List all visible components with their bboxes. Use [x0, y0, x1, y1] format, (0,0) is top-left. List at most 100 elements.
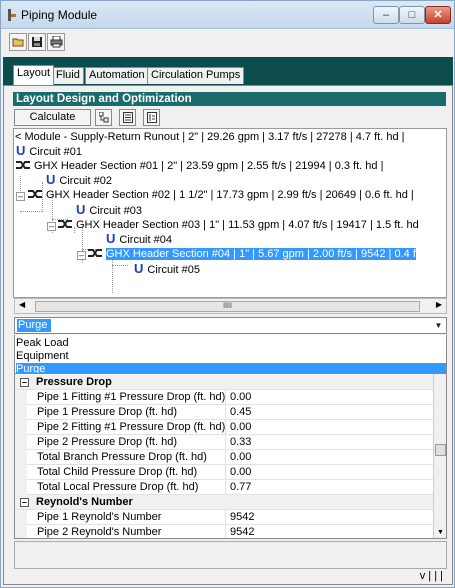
category-dropdown-list[interactable]: Peak Load Equipment Purge: [14, 335, 447, 377]
tree-row-ghx-02[interactable]: GHX Header Section #02 | 1 1/2" | 17.73 …: [28, 188, 414, 202]
property-value[interactable]: 0.00: [225, 420, 434, 435]
tree-tool-button-2[interactable]: [119, 109, 136, 126]
row-margin: [15, 465, 27, 480]
collapse-icon[interactable]: –: [20, 378, 29, 387]
tree-expander[interactable]: –: [77, 251, 86, 260]
tree-row-circuit-02[interactable]: U Circuit #02: [46, 172, 112, 188]
header-manifold-icon: [16, 161, 30, 169]
tree-row-label: < Module - Supply-Return Runout | 2" | 2…: [15, 131, 405, 143]
print-button[interactable]: [47, 33, 65, 51]
category-label: Reynold's Number: [36, 496, 133, 508]
tree-line: [112, 257, 113, 293]
header-manifold-icon: [28, 190, 42, 198]
property-value[interactable]: 9542: [225, 525, 434, 538]
save-icon: [32, 37, 42, 47]
list-item-peak-load[interactable]: Peak Load: [16, 337, 446, 350]
print-icon: [50, 36, 63, 48]
maximize-button[interactable]: □: [399, 6, 425, 24]
list-item-equipment[interactable]: Equipment: [16, 350, 446, 363]
piping-module-window: Piping Module – □ ✕ Layout Fluid Automat…: [0, 0, 455, 588]
header-manifold-icon: [88, 249, 102, 257]
selected-category: Purge: [17, 319, 51, 332]
property-row[interactable]: Pipe 2 Fitting #1 Pressure Drop (ft. hd)…: [15, 420, 434, 435]
tree-row-label: Circuit #05: [147, 264, 200, 276]
property-row[interactable]: Pipe 1 Pressure Drop (ft. hd) 0.45: [15, 405, 434, 420]
row-margin: [15, 450, 27, 465]
chevron-down-icon[interactable]: ▼: [432, 319, 445, 332]
property-value[interactable]: 0.77: [225, 480, 434, 495]
category-row-reynolds-number[interactable]: – Reynold's Number: [15, 495, 434, 510]
property-row[interactable]: Pipe 1 Fitting #1 Pressure Drop (ft. hd)…: [15, 390, 434, 405]
u-bend-icon: U: [134, 261, 144, 276]
property-value[interactable]: 0.00: [225, 465, 434, 480]
save-button[interactable]: [28, 33, 46, 51]
property-row[interactable]: Pipe 2 Reynold's Number 9542: [15, 525, 434, 538]
tree-row-circuit-05[interactable]: U Circuit #05: [134, 261, 200, 277]
close-button[interactable]: ✕: [425, 6, 451, 24]
tree-horizontal-scrollbar[interactable]: ◀ ‖‖‖ ▶: [14, 298, 447, 314]
u-bend-icon: U: [16, 143, 26, 158]
scroll-thumb[interactable]: [435, 444, 446, 456]
property-name: Pipe 1 Fitting #1 Pressure Drop (ft. hd): [37, 391, 226, 403]
category-row-pressure-drop[interactable]: – Pressure Drop: [15, 375, 434, 390]
tree-line: [20, 211, 42, 212]
status-bar: v | | |: [14, 570, 447, 584]
category-label: Pressure Drop: [36, 376, 112, 388]
tab-circulation-pumps[interactable]: Circulation Pumps: [147, 67, 245, 84]
title-bar: Piping Module – □ ✕: [1, 1, 454, 29]
scroll-down-icon[interactable]: ▼: [435, 527, 446, 538]
collapse-icon[interactable]: –: [20, 498, 29, 507]
property-row[interactable]: Total Local Pressure Drop (ft. hd) 0.77: [15, 480, 434, 495]
property-row[interactable]: Pipe 1 Reynold's Number 9542: [15, 510, 434, 525]
property-value[interactable]: 0.00: [225, 390, 434, 405]
tree-row-circuit-04[interactable]: U Circuit #04: [106, 231, 172, 247]
open-button[interactable]: [9, 33, 27, 51]
property-name: Total Local Pressure Drop (ft. hd): [37, 481, 199, 493]
property-grid[interactable]: – Pressure Drop Pipe 1 Fitting #1 Pressu…: [14, 373, 447, 539]
tab-automation[interactable]: Automation: [85, 67, 149, 84]
tree-expander[interactable]: –: [47, 222, 56, 231]
property-row[interactable]: Total Branch Pressure Drop (ft. hd) 0.00: [15, 450, 434, 465]
property-row[interactable]: Total Child Pressure Drop (ft. hd) 0.00: [15, 465, 434, 480]
tree-row-label: Circuit #02: [59, 175, 112, 187]
property-name: Total Child Pressure Drop (ft. hd): [37, 466, 198, 478]
tree-row-label: Circuit #04: [119, 234, 172, 246]
row-margin: [15, 510, 27, 525]
header-manifold-icon: [58, 220, 72, 228]
minimize-button[interactable]: –: [373, 6, 399, 24]
u-bend-icon: U: [46, 172, 56, 187]
tab-fluid[interactable]: Fluid: [52, 67, 84, 84]
property-value[interactable]: 0.33: [225, 435, 434, 450]
tree-tool-button-1[interactable]: [95, 109, 112, 126]
property-value[interactable]: 9542: [225, 510, 434, 525]
row-margin: [15, 480, 27, 495]
tree-row-circuit-03[interactable]: U Circuit #03: [76, 203, 142, 218]
u-bend-icon: U: [106, 231, 116, 246]
scroll-left-icon[interactable]: ◀: [19, 300, 25, 309]
tree-row-module[interactable]: < Module - Supply-Return Runout | 2" | 2…: [15, 130, 404, 144]
property-grid-scrollbar[interactable]: ▼: [433, 374, 446, 538]
tree-row-label: GHX Header Section #03 | 1" | 11.53 gpm …: [76, 219, 419, 231]
layout-tree[interactable]: < Module - Supply-Return Runout | 2" | 2…: [13, 128, 447, 298]
details-view-icon: [147, 112, 157, 123]
scroll-thumb[interactable]: ‖‖‖: [35, 301, 420, 312]
property-row[interactable]: Pipe 2 Pressure Drop (ft. hd) 0.33: [15, 435, 434, 450]
scroll-right-icon[interactable]: ▶: [436, 300, 442, 309]
tree-row-ghx-04[interactable]: GHX Header Section #04 | 1" | 5.67 gpm |…: [88, 247, 416, 261]
tree-row-label: Circuit #03: [89, 205, 142, 217]
property-value[interactable]: 0.45: [225, 405, 434, 420]
row-margin: [15, 435, 27, 450]
tree-tool-button-3[interactable]: [143, 109, 160, 126]
tree-row-ghx-03[interactable]: GHX Header Section #03 | 1" | 11.53 gpm …: [58, 218, 419, 232]
property-name: Pipe 1 Pressure Drop (ft. hd): [37, 406, 178, 418]
tab-layout[interactable]: Layout: [13, 65, 55, 85]
tree-row-circuit-01[interactable]: U Circuit #01: [16, 143, 82, 159]
tree-expander[interactable]: –: [16, 192, 25, 201]
property-value[interactable]: 0.00: [225, 450, 434, 465]
row-margin: [15, 390, 27, 405]
calculate-button[interactable]: Calculate: [14, 109, 91, 126]
tree-row-label-selected: GHX Header Section #04 | 1" | 5.67 gpm |…: [106, 248, 416, 260]
tree-row-ghx-01[interactable]: GHX Header Section #01 | 2" | 23.59 gpm …: [16, 159, 383, 173]
property-category-select[interactable]: Purge ▼: [14, 317, 447, 334]
property-name: Total Branch Pressure Drop (ft. hd): [37, 451, 207, 463]
